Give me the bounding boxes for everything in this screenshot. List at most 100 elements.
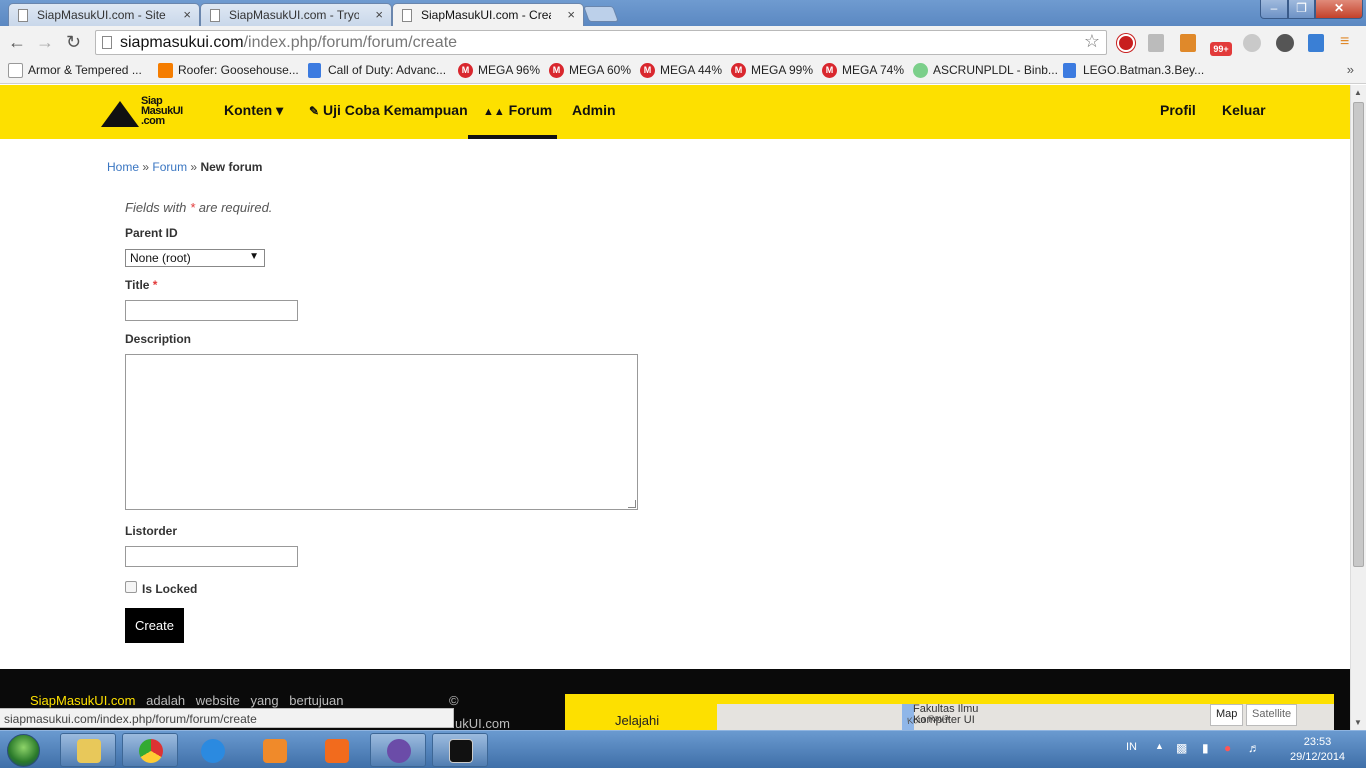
cloud-icon[interactable] — [1243, 34, 1261, 52]
taskbar-app[interactable] — [370, 733, 426, 767]
terminal-icon — [449, 739, 473, 763]
listorder-label: Listorder — [125, 524, 178, 538]
close-icon[interactable]: × — [183, 7, 191, 22]
url-path: /index.php/forum/forum/create — [243, 34, 458, 51]
bookmark-item[interactable]: Roofer: Goosehouse... — [158, 63, 299, 78]
vertical-scrollbar[interactable]: ▲ ▼ — [1350, 85, 1366, 730]
nav-admin[interactable]: Admin — [572, 85, 616, 139]
volume-icon[interactable]: ♬ — [1248, 741, 1260, 755]
site-logo[interactable]: Siap MasukUI .com — [101, 93, 193, 129]
footer-copyright: © — [449, 693, 459, 708]
browser-tab-active[interactable]: SiapMasukUI.com - Create × — [392, 3, 584, 26]
menu-icon[interactable]: ≡ — [1340, 34, 1358, 52]
taskbar-ie[interactable] — [184, 733, 240, 767]
parent-id-value: None (root) — [130, 251, 191, 265]
green-icon — [913, 63, 928, 78]
logo-text: Siap MasukUI .com — [141, 95, 183, 127]
map-type-satellite-button[interactable]: Satellite — [1246, 704, 1298, 726]
logo-house-icon — [101, 101, 139, 127]
taskbar-cmd[interactable] — [432, 733, 488, 767]
bookmark-item[interactable]: M MEGA 96% — [458, 63, 540, 78]
close-window-button[interactable]: ✕ — [1315, 0, 1363, 19]
blue-download-icon[interactable] — [1308, 34, 1324, 52]
bookmark-item[interactable]: Call of Duty: Advanc... — [308, 63, 446, 78]
bookmark-item[interactable]: M MEGA 60% — [549, 63, 631, 78]
reload-icon[interactable]: ↻ — [66, 32, 81, 53]
tag-icon — [8, 63, 23, 78]
close-icon[interactable]: × — [375, 7, 383, 22]
nav-uji-coba[interactable]: ✎ Uji Coba Kemampuan — [309, 85, 468, 139]
notification-badge[interactable]: 99+ — [1210, 42, 1232, 56]
windows-taskbar: IN ▲ ▩ ▮ ● ♬ 23:53 29/12/2014 — [0, 730, 1366, 768]
map-type-map-button[interactable]: Map — [1210, 704, 1244, 726]
bookmark-item[interactable]: Armor & Tempered ... — [8, 63, 142, 78]
network-icon[interactable]: ▩ — [1176, 741, 1187, 755]
internet-explorer-icon — [201, 739, 225, 763]
footer-brand-link[interactable]: SiapMasukUI.com — [30, 693, 135, 708]
mega-icon: M — [549, 63, 564, 78]
breadcrumb-home[interactable]: Home — [107, 160, 139, 174]
parent-id-label: Parent ID — [125, 226, 178, 240]
listorder-input[interactable] — [125, 546, 298, 567]
map-title: Jelajahi — [615, 713, 660, 728]
description-textarea[interactable] — [125, 354, 638, 510]
title-label: Title * — [125, 278, 158, 292]
adblock-icon[interactable] — [1117, 34, 1135, 52]
scrollbar-thumb[interactable] — [1353, 102, 1364, 567]
title-input[interactable] — [125, 300, 298, 321]
nav-keluar[interactable]: Keluar — [1222, 85, 1266, 139]
browser-tab[interactable]: SiapMasukUI.com - Site × — [8, 3, 200, 26]
required-note: Fields with * are required. — [125, 200, 273, 215]
is-locked-label: Is Locked — [142, 582, 198, 596]
address-bar[interactable]: siapmasukui.com/index.php/forum/forum/cr… — [95, 30, 1107, 55]
battery-icon[interactable]: ▮ — [1202, 741, 1209, 755]
bookmark-star-icon[interactable]: ☆ — [1084, 31, 1100, 52]
is-locked-checkbox[interactable] — [125, 581, 137, 593]
minimize-button[interactable]: ‒ — [1260, 0, 1288, 19]
taskbar-chrome[interactable] — [122, 733, 178, 767]
forward-arrow-icon[interactable]: → — [36, 32, 54, 53]
download-icon[interactable] — [1180, 34, 1196, 52]
users-icon: ▲▲ — [483, 106, 505, 118]
close-icon[interactable]: × — [567, 7, 575, 22]
pencil-icon: ✎ — [309, 104, 320, 118]
system-clock[interactable]: 23:53 29/12/2014 — [1290, 735, 1345, 765]
bookmark-item[interactable]: ASCRUNPLDL - Binb... — [913, 63, 1058, 78]
language-indicator[interactable]: IN — [1126, 741, 1137, 753]
download-helper-icon[interactable] — [1148, 34, 1164, 52]
browser-tab[interactable]: SiapMasukUI.com - Tryou × — [200, 3, 392, 26]
nav-konten-dropdown[interactable]: Konten ▾ — [224, 85, 283, 139]
flag-icon[interactable]: ● — [1224, 741, 1231, 755]
bookmark-item[interactable]: M MEGA 74% — [822, 63, 904, 78]
taskbar-explorer[interactable] — [60, 733, 116, 767]
doc-icon — [1063, 63, 1076, 78]
parent-id-select[interactable]: None (root) ▼ — [125, 249, 265, 267]
nav-forum[interactable]: ▲▲ Forum — [468, 85, 557, 139]
back-arrow-icon[interactable]: ← — [8, 32, 26, 53]
breadcrumb-forum[interactable]: Forum — [152, 160, 187, 174]
nav-profil[interactable]: Profil — [1160, 85, 1196, 139]
resize-grip-icon[interactable] — [628, 500, 636, 508]
footer-copyright-text: ukUI.com — [455, 716, 510, 731]
site-navbar: Siap MasukUI .com Konten ▾ ✎ Uji Coba Ke… — [0, 85, 1350, 139]
bookmark-item[interactable]: M MEGA 99% — [731, 63, 813, 78]
url-host: siapmasukui.com — [120, 34, 244, 51]
more-bookmarks-icon[interactable]: » — [1347, 62, 1354, 77]
maximize-button[interactable]: ❐ — [1288, 0, 1315, 19]
breadcrumb-current: New forum — [200, 160, 263, 174]
tab-title: SiapMasukUI.com - Tryou — [229, 8, 359, 22]
film-reel-icon[interactable] — [1276, 34, 1294, 52]
taskbar-mi[interactable] — [308, 733, 364, 767]
scroll-up-icon[interactable]: ▲ — [1354, 88, 1362, 97]
start-button[interactable] — [7, 734, 40, 767]
doc-icon — [308, 63, 321, 78]
scroll-down-icon[interactable]: ▼ — [1354, 718, 1362, 727]
chrome-icon — [139, 739, 163, 763]
create-button[interactable]: Create — [125, 608, 184, 643]
new-tab-button[interactable] — [583, 6, 619, 22]
bookmark-item[interactable]: LEGO.Batman.3.Bey... — [1063, 63, 1204, 78]
tray-expand-icon[interactable]: ▲ — [1155, 741, 1164, 751]
map-widget: Jelajahi Kota Raya Fakultas Ilmu Komputer… — [565, 694, 1334, 730]
taskbar-media[interactable] — [246, 733, 302, 767]
bookmark-item[interactable]: M MEGA 44% — [640, 63, 722, 78]
